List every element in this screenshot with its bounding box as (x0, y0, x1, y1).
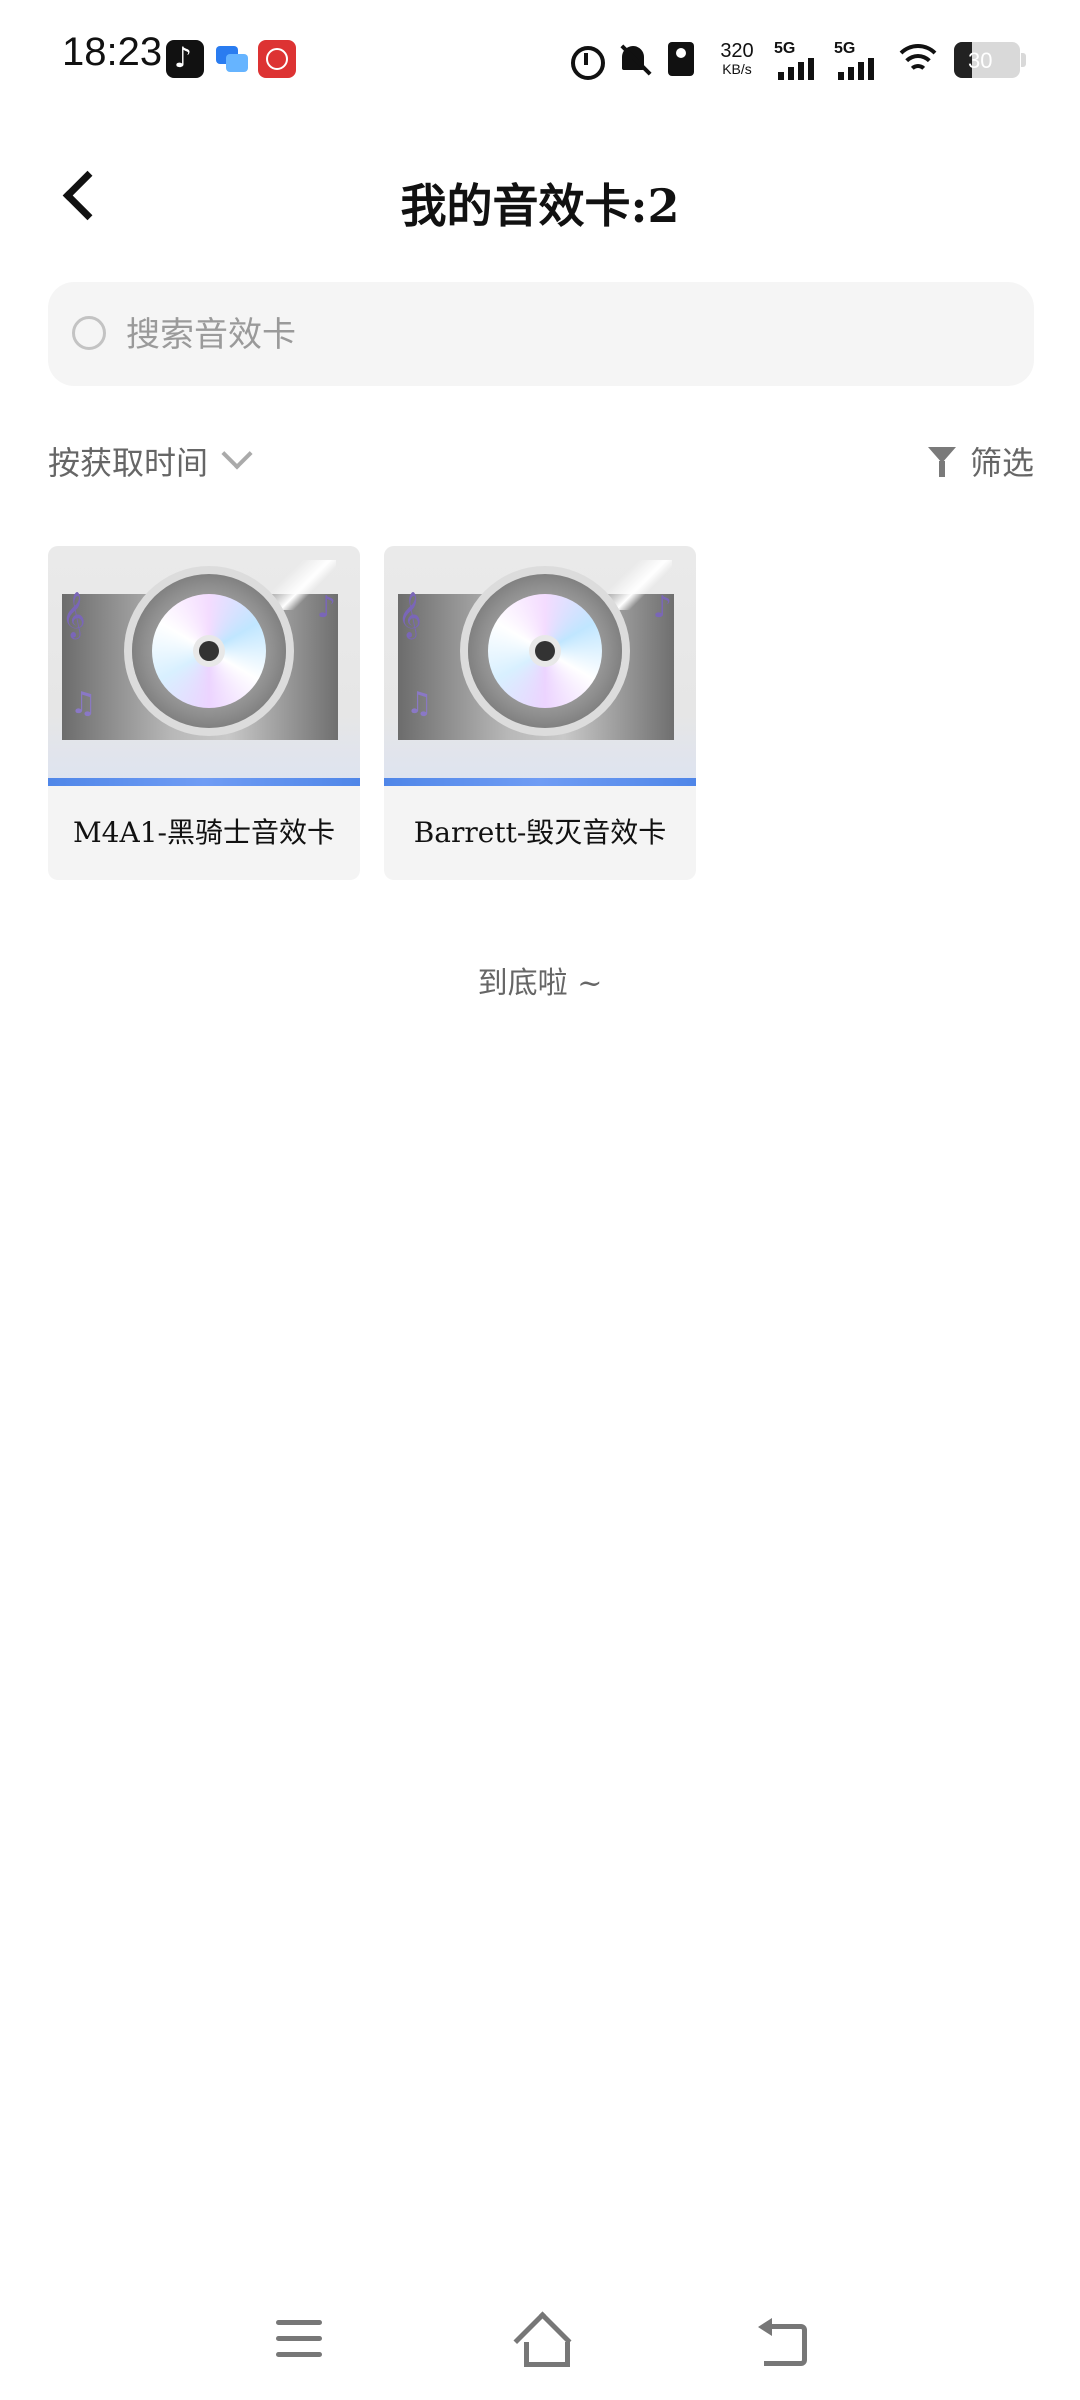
status-indicators: 320 KB/s 5G 5G 30 (568, 34, 1026, 86)
sound-card-thumbnail: 𝄞 ♫ ♪ (384, 546, 696, 786)
page-title: 我的音效卡:2 (400, 179, 680, 233)
home-icon[interactable] (512, 2314, 572, 2367)
search-icon (70, 314, 106, 350)
sort-dropdown[interactable]: 按获取时间 (48, 438, 248, 484)
tiktok-notification-icon (166, 40, 204, 78)
status-bar: 18:23 320 KB/s 5G 5G 30 (0, 0, 1080, 120)
search-input[interactable] (124, 282, 1008, 388)
alarm-icon (568, 40, 605, 80)
filter-button[interactable]: 筛选 (927, 438, 1034, 484)
chat-notification-icon (214, 40, 252, 78)
railway-notification-icon (258, 40, 296, 78)
sound-card[interactable]: 𝄞 ♫ ♪ M4A1-黑骑士音效卡 (48, 546, 360, 880)
signal-5g-icon: 5G (834, 40, 882, 80)
contact-card-icon (664, 40, 700, 80)
battery-icon: 30 (954, 42, 1026, 78)
signal-label: 5G (774, 40, 796, 57)
sound-card-name: M4A1-黑骑士音效卡 (73, 816, 335, 849)
filter-icon (927, 443, 962, 479)
sound-card[interactable]: 𝄞 ♫ ♪ Barrett-毁灭音效卡 (384, 546, 696, 880)
network-speed: 320 KB/s (712, 40, 762, 78)
status-time: 18:23 (62, 30, 163, 74)
list-end-text: 到底啦 ~ (477, 966, 603, 1001)
filter-label: 筛选 (969, 444, 1034, 482)
network-speed-unit: KB/s (722, 61, 752, 77)
search-bar[interactable] (48, 282, 1034, 388)
menu-icon[interactable] (276, 2320, 324, 2360)
back-nav-icon[interactable] (756, 2318, 810, 2366)
sound-card-thumbnail: 𝄞 ♫ ♪ (48, 546, 360, 786)
signal-label: 5G (834, 40, 856, 57)
battery-level: 30 (968, 48, 993, 73)
signal-5g-icon: 5G (774, 40, 822, 80)
sort-label: 按获取时间 (48, 444, 209, 482)
network-speed-value: 320 (720, 40, 754, 62)
bell-off-icon (616, 40, 652, 80)
system-nav-bar (0, 2300, 1080, 2380)
wifi-icon (894, 40, 942, 80)
chevron-down-icon (224, 443, 248, 467)
sound-card-name: Barrett-毁灭音效卡 (413, 816, 667, 849)
